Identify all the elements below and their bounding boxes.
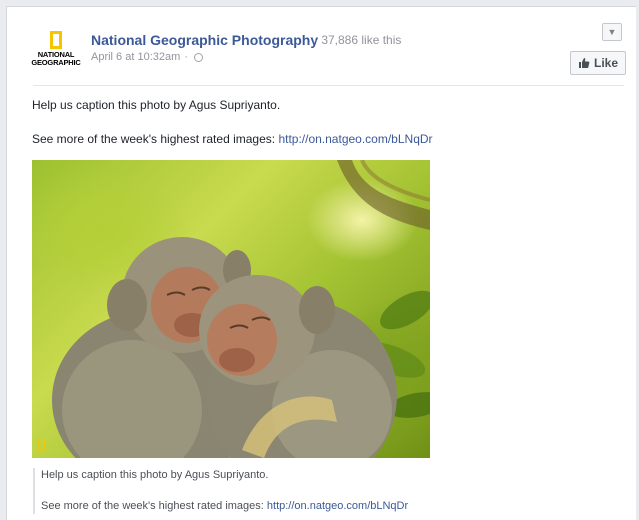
caption-link[interactable]: http://on.natgeo.com/bLNqDr: [267, 500, 408, 512]
watermark-logo-icon: [37, 440, 45, 451]
post-photo[interactable]: [32, 160, 430, 458]
post-header: NATIONAL GEOGRAPHIC National Geographic …: [31, 31, 636, 81]
logo-text-line2: GEOGRAPHIC: [31, 58, 81, 67]
photo-caption: Help us caption this photo by Agus Supri…: [33, 468, 408, 514]
natgeo-yellow-frame-icon: [50, 31, 62, 49]
caption-line2-prefix: See more of the week's highest rated ima…: [41, 500, 264, 512]
meta-separator: ·: [184, 51, 188, 63]
message-link[interactable]: http://on.natgeo.com/bLNqDr: [278, 132, 432, 146]
natgeo-logo[interactable]: NATIONAL GEOGRAPHIC: [31, 31, 81, 75]
post-message: Help us caption this photo by Agus Supri…: [32, 97, 433, 147]
like-label: Like: [593, 56, 618, 70]
page-name-link[interactable]: National Geographic Photography: [91, 32, 318, 48]
monkeys-photo-art: [37, 160, 430, 458]
globe-icon: [193, 52, 203, 62]
post-card: ▼ NATIONAL GEOGRAPHIC National Geographi…: [6, 6, 636, 520]
caption-line1: Help us caption this photo by Agus Supri…: [41, 469, 269, 481]
message-line2-prefix: See more of the week's highest rated ima…: [32, 132, 276, 146]
header-divider: [33, 85, 624, 86]
timestamp-link[interactable]: April 6 at 10:32am: [91, 51, 180, 63]
likes-count: · 37,886 like this: [314, 33, 402, 47]
thumbs-up-icon: [578, 58, 590, 68]
caption-line2: See more of the week's highest rated ima…: [41, 499, 408, 514]
message-line1: Help us caption this photo by Agus Supri…: [32, 98, 281, 112]
post-meta: April 6 at 10:32am ·: [91, 51, 203, 63]
message-line2: See more of the week's highest rated ima…: [32, 131, 433, 147]
like-button[interactable]: Like: [570, 51, 626, 75]
